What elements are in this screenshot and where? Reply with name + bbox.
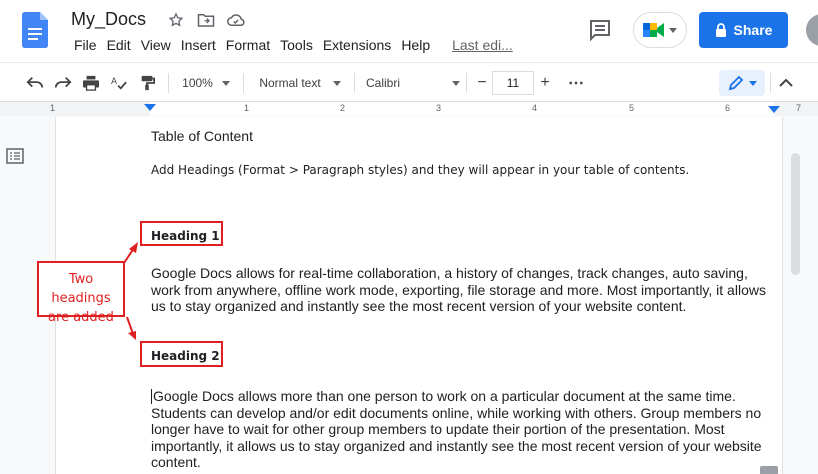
document-outline-icon[interactable] [6,147,24,165]
app-header: My_Docs File Edit View Insert Format Too… [0,0,818,62]
left-indent-marker[interactable] [144,104,156,111]
ruler-number: 2 [340,103,346,113]
toolbar-divider [770,73,771,93]
meet-button[interactable] [633,12,687,48]
ruler-number: 1 [50,103,56,113]
print-icon[interactable] [80,71,102,95]
share-button[interactable]: Share [699,12,788,48]
paint-format-icon[interactable] [136,71,158,95]
toolbar-divider [168,73,169,93]
toc-hint: Add Headings (Format > Paragraph styles)… [151,163,690,177]
meet-dropdown-icon [669,27,677,33]
ruler-number: 5 [629,103,635,113]
annotation-callout: Two headings are added [37,261,125,325]
move-folder-icon[interactable] [194,10,218,30]
heading-2-highlight [140,341,223,367]
cloud-status-icon[interactable] [224,10,248,30]
font-value: Calibri [366,76,401,90]
paragraph-1: Google Docs allows for real-time collabo… [151,265,766,315]
collapse-menus-icon[interactable] [776,71,796,95]
ruler-number: 7 [796,103,802,113]
docs-logo-icon[interactable] [22,12,48,48]
meet-icon [643,23,664,37]
comment-history-icon[interactable] [588,18,612,42]
menu-format[interactable]: Format [221,37,275,53]
last-edit-link[interactable]: Last edi... [447,37,518,53]
svg-text:A: A [111,77,117,87]
toolbar-divider [354,73,355,93]
lock-icon [715,23,726,37]
callout-line-1: Two headings [51,272,111,306]
style-dropdown-icon [332,80,341,86]
redo-icon[interactable] [52,71,74,95]
mode-dropdown-icon [748,80,757,86]
share-label: Share [733,22,773,38]
menu-help[interactable]: Help [396,37,435,53]
paragraph-2: Google Docs allows more than one person … [151,388,776,471]
menu-file[interactable]: File [69,37,102,53]
zoom-value: 100% [182,76,213,90]
menu-extensions[interactable]: Extensions [318,37,396,53]
callout-line-2: are added [48,310,114,325]
undo-icon[interactable] [24,71,46,95]
increase-font-size-button[interactable]: + [534,71,556,95]
decrease-font-size-button[interactable]: − [471,71,493,95]
google-docs-window: My_Docs File Edit View Insert Format Too… [0,0,818,474]
right-indent-marker[interactable] [768,106,780,113]
menu-tools[interactable]: Tools [275,37,318,53]
ruler-number: 1 [244,103,250,113]
heading-1-highlight [140,221,223,246]
text-cursor [151,389,152,404]
font-size-input[interactable]: 11 [492,71,534,95]
ruler-number: 3 [436,103,442,113]
toolbar: A 100% Normal text Calibri − 11 + ⋯ [0,62,818,102]
zoom-select[interactable]: 100% [176,71,236,95]
doc-title[interactable]: My_Docs [71,9,146,30]
toolbar-divider [243,73,244,93]
font-dropdown-icon [452,80,460,86]
spellcheck-icon[interactable]: A [108,71,130,95]
paragraph-style-value: Normal text [259,76,321,90]
title-actions [164,10,248,30]
ruler-number: 4 [532,103,538,113]
star-icon[interactable] [164,10,188,30]
menu-bar: File Edit View Insert Format Tools Exten… [69,37,518,53]
editing-mode-button[interactable] [719,70,765,96]
vertical-scrollbar[interactable] [791,153,800,275]
horizontal-ruler[interactable]: 1 1 2 3 4 5 6 7 [0,102,818,116]
pencil-icon [728,75,743,91]
ruler-left-margin [0,102,150,116]
avatar[interactable] [806,14,818,46]
zoom-dropdown-icon [221,80,230,86]
toolbar-divider [466,73,467,93]
font-select[interactable]: Calibri [366,71,460,95]
paragraph-style-select[interactable]: Normal text [252,71,348,95]
menu-insert[interactable]: Insert [176,37,221,53]
menu-edit[interactable]: Edit [102,37,136,53]
ruler-number: 6 [725,103,731,113]
menu-view[interactable]: View [136,37,176,53]
toc-title: Table of Content [151,128,253,144]
paragraph-2-text: Google Docs allows more than one person … [151,388,762,471]
more-options-button[interactable]: ⋯ [564,71,588,95]
